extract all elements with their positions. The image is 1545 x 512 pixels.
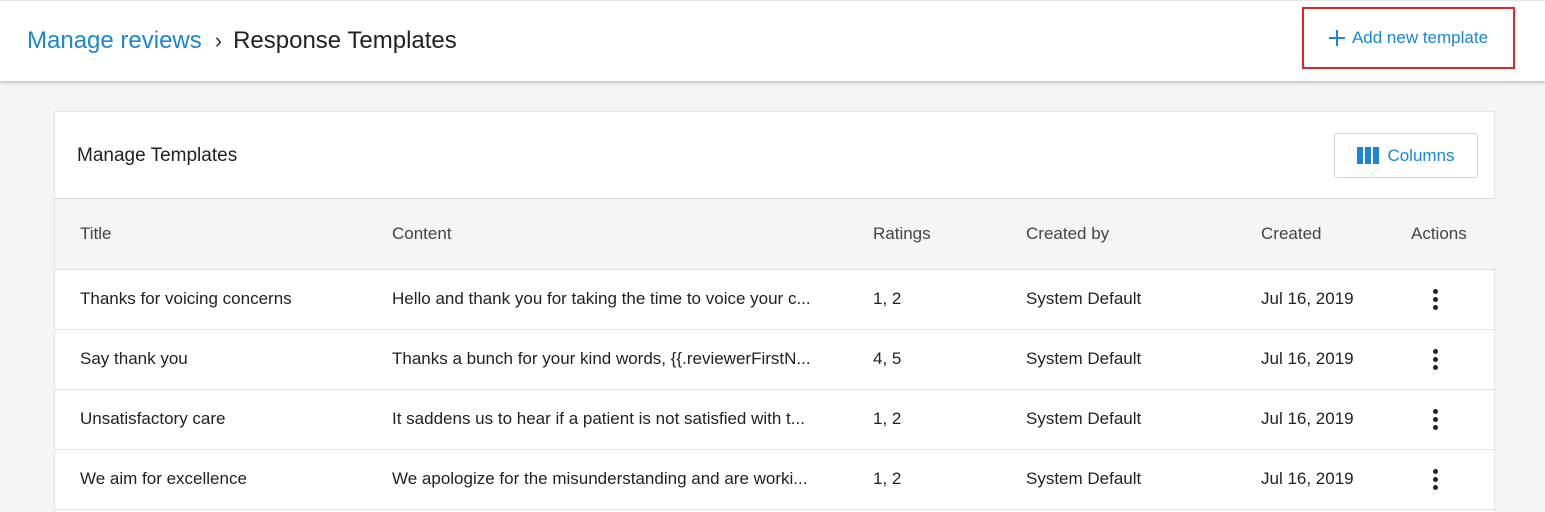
add-new-template-label: Add new template [1351,28,1489,47]
column-header-created[interactable]: Created [1261,199,1409,270]
row-created: Jul 16, 2019 [1261,349,1354,368]
more-actions-icon[interactable] [1429,468,1441,490]
page-title: Response Templates [233,27,457,54]
top-bar: Manage reviews › Response Templates Add … [0,0,1545,81]
row-title: We aim for excellence [80,469,247,488]
column-header-ratings[interactable]: Ratings [873,199,1026,270]
columns-icon [1357,147,1380,164]
row-title: Unsatisfactory care [80,409,226,428]
column-header-content[interactable]: Content [392,199,873,270]
row-actions [1409,449,1496,509]
more-actions-icon[interactable] [1429,288,1441,310]
breadcrumb: Manage reviews › Response Templates [27,27,457,55]
row-actions [1409,269,1496,329]
row-actions [1409,389,1496,449]
card-header: Manage Templates Columns [55,112,1494,199]
add-new-template-button[interactable]: Add new template [1302,7,1515,69]
row-content: It saddens us to hear if a patient is no… [392,409,805,428]
table-row[interactable]: Say thank you Thanks a bunch for your ki… [55,329,1496,389]
row-content: Thanks a bunch for your kind words, {{.r… [392,349,811,368]
more-actions-icon[interactable] [1429,408,1441,430]
row-created-by: System Default [1026,469,1142,488]
columns-button[interactable]: Columns [1334,133,1478,178]
row-content: Hello and thank you for taking the time … [392,289,811,308]
row-created-by: System Default [1026,409,1142,428]
row-content: We apologize for the misunderstanding an… [392,469,808,488]
row-title: Thanks for voicing concerns [80,289,292,308]
table-row[interactable]: We aim for excellence We apologize for t… [55,449,1496,509]
templates-table: Title Content Ratings Created by Created… [55,199,1496,510]
row-created: Jul 16, 2019 [1261,469,1354,488]
more-actions-icon[interactable] [1429,348,1441,370]
row-created-by: System Default [1026,349,1142,368]
row-ratings: 1, 2 [873,289,902,308]
breadcrumb-link-manage-reviews[interactable]: Manage reviews [27,27,202,55]
row-ratings: 1, 2 [873,409,902,428]
column-header-created-by[interactable]: Created by [1026,199,1261,270]
breadcrumb-separator: › [214,28,223,53]
row-created: Jul 16, 2019 [1261,289,1354,308]
table-row[interactable]: Thanks for voicing concerns Hello and th… [55,269,1496,329]
templates-card: Manage Templates Columns Title Content R… [54,111,1496,512]
plus-icon [1328,30,1345,46]
row-actions [1409,329,1496,389]
row-ratings: 4, 5 [873,349,902,368]
column-header-title[interactable]: Title [55,199,392,270]
table-row[interactable]: Unsatisfactory care It saddens us to hea… [55,389,1496,449]
columns-button-label: Columns [1387,145,1455,165]
card-title: Manage Templates [77,145,238,166]
row-created: Jul 16, 2019 [1261,409,1354,428]
row-title: Say thank you [80,349,188,368]
column-header-actions: Actions [1409,199,1496,270]
table-header-row: Title Content Ratings Created by Created… [55,199,1496,270]
row-ratings: 1, 2 [873,469,902,488]
row-created-by: System Default [1026,289,1142,308]
